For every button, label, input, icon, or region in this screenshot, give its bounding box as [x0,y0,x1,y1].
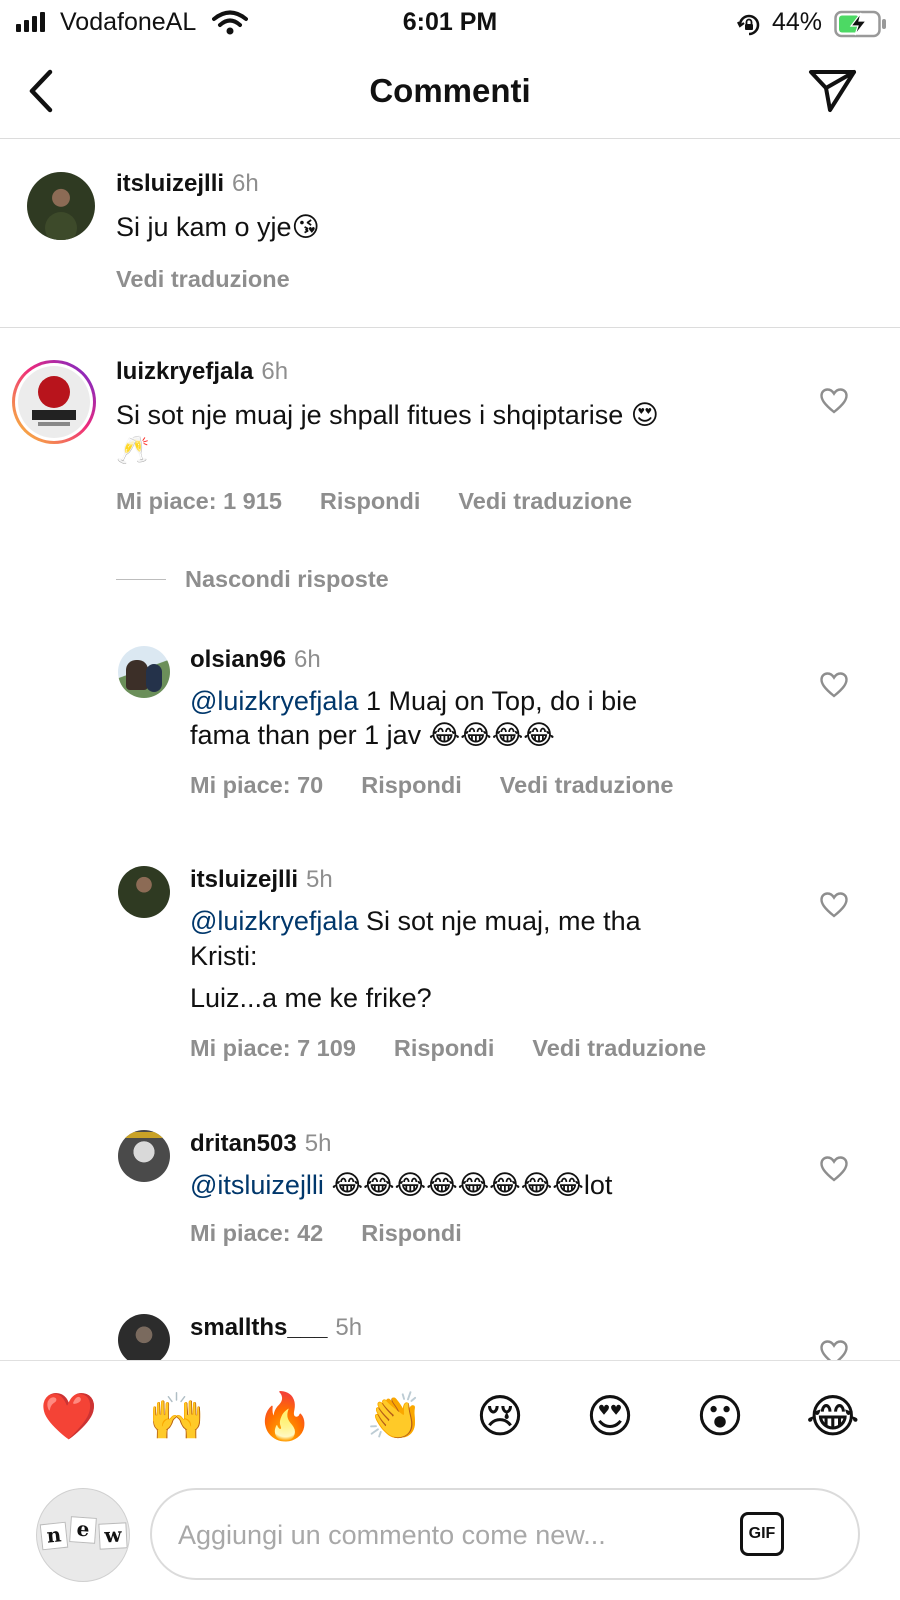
caption-time: 6h [232,170,259,197]
reply-header: olsian96 6h [190,646,321,674]
reply-author-avatar[interactable] [118,1130,170,1182]
reply-text-line3: Luiz...a me ke frike? [190,983,432,1013]
emoji-fire-button[interactable]: 🔥 [256,1391,313,1441]
emoji-laughing-button[interactable]: 😂 [806,1391,860,1441]
comment-see-translation[interactable]: Vedi traduzione [458,488,632,514]
like-heart-icon[interactable] [820,1156,848,1182]
emoji-clap-button[interactable]: 👏 [366,1391,423,1441]
comment-text-line1: Si sot nje muaj je shpall fitues i shqip… [116,400,659,430]
reply-username[interactable]: smallths___ [190,1314,327,1341]
reply-time: 5h [306,866,333,893]
reply-likes[interactable]: Mi piace: 42 [190,1220,323,1246]
reply-author-avatar[interactable] [118,866,170,918]
reply-text-line1: @luizkryefjala 1 Muaj on Top, do i bie [190,686,638,716]
reply-likes[interactable]: Mi piace: 7 109 [190,1035,356,1061]
reply-text-line2: Kristi: [190,941,258,971]
comment-username[interactable]: luizkryefjala [116,358,253,385]
header-bar: Commenti [0,44,900,139]
hide-replies-button[interactable]: Nascondi risposte [185,566,389,593]
comment-input[interactable]: Aggiungi un commento come new... GIF [150,1488,860,1580]
comment-actions: Mi piace: 1 915 Rispondi Vedi traduzione [116,488,670,515]
avatar-letter: n [39,1521,69,1551]
caption-username[interactable]: itsluizejlli [116,170,224,197]
gif-button[interactable]: GIF [740,1512,784,1556]
reply-mention[interactable]: @luizkryefjala [190,686,358,716]
reply-mention[interactable]: @itsluizejlli [190,1170,324,1200]
emoji-reaction-bar: ❤️ 🙌 🔥 👏 😢 😍 😮 😂 [0,1360,900,1461]
reply-username[interactable]: olsian96 [190,646,286,673]
emoji-heart-eyes-button[interactable]: 😍 [586,1391,634,1441]
reply-author-avatar[interactable] [118,1314,170,1366]
reply-time: 6h [294,646,321,673]
emoji-heart-button[interactable]: ❤️ [40,1391,97,1441]
caption-see-translation[interactable]: Vedi traduzione [116,266,290,293]
orientation-lock-icon [737,14,760,36]
reply-see-translation[interactable]: Vedi traduzione [500,772,674,798]
reply-text-line1: @luizkryefjala Si sot nje muaj, me tha [190,906,641,936]
caption-author-avatar[interactable] [27,172,95,240]
reply-time: 5h [335,1314,363,1341]
comment-input-placeholder: Aggiungi un commento come new... [178,1520,606,1550]
emoji-surprised-button[interactable]: 😮 [696,1391,744,1441]
caption-header: itsluizejlli 6h [116,170,259,198]
like-heart-icon[interactable] [820,1340,848,1360]
reply-actions: Mi piace: 70 Rispondi Vedi traduzione [190,772,711,799]
reply-mention[interactable]: @luizkryefjala [190,906,358,936]
reply-reply-button[interactable]: Rispondi [394,1035,495,1061]
page-title: Commenti [369,72,531,109]
reply-header: dritan503 5h [190,1130,331,1158]
comment-likes[interactable]: Mi piace: 1 915 [116,488,282,514]
emoji-cry-button[interactable]: 😢 [476,1391,524,1441]
reply-actions: Mi piace: 7 109 Rispondi Vedi traduzione [190,1035,744,1062]
like-heart-icon[interactable] [820,388,848,414]
like-heart-icon[interactable] [820,672,848,698]
caption-divider [0,327,900,328]
battery-charging-icon [834,10,886,38]
reply-username[interactable]: dritan503 [190,1130,297,1157]
reply-author-avatar[interactable] [118,646,170,698]
comment-header: luizkryefjala 6h [116,358,288,386]
avatar-letter: e [69,1516,97,1544]
status-bar: VodafoneAL 6:01 PM 44% [0,0,900,44]
comment-time: 6h [261,358,289,385]
reply-reply-button[interactable]: Rispondi [361,772,462,798]
reply-see-translation[interactable]: Vedi traduzione [532,1035,706,1061]
reply-reply-button[interactable]: Rispondi [361,1220,462,1246]
reply-header: itsluizejlli 5h [190,866,333,894]
avatar-letter: w [98,1522,128,1550]
like-heart-icon[interactable] [820,892,848,918]
comment-reply-button[interactable]: Rispondi [320,488,421,514]
paper-plane-icon[interactable] [808,68,858,114]
hide-replies-line [116,579,166,580]
reply-text-line2: fama than per 1 jav 😂😂😂😂 [190,720,555,750]
reply-time: 5h [304,1130,332,1157]
reply-text-line1: @itsluizejlli 😂😂😂😂😂😂😂😂lot [190,1170,613,1200]
current-user-avatar[interactable]: n e w [36,1488,130,1582]
reply-actions: Mi piace: 42 Rispondi [190,1220,500,1247]
caption-text: Si ju kam o yje😘 [116,212,320,242]
emoji-raised-hands-button[interactable]: 🙌 [148,1391,205,1441]
reply-likes[interactable]: Mi piace: 70 [190,772,323,798]
battery-percent: 44% [772,8,823,36]
comment-text-line2: 🥂 [116,435,150,465]
clock: 6:01 PM [402,8,498,36]
comment-author-avatar[interactable] [12,360,96,444]
reply-header: smallths___ 5h [190,1314,362,1342]
reply-username[interactable]: itsluizejlli [190,866,298,893]
